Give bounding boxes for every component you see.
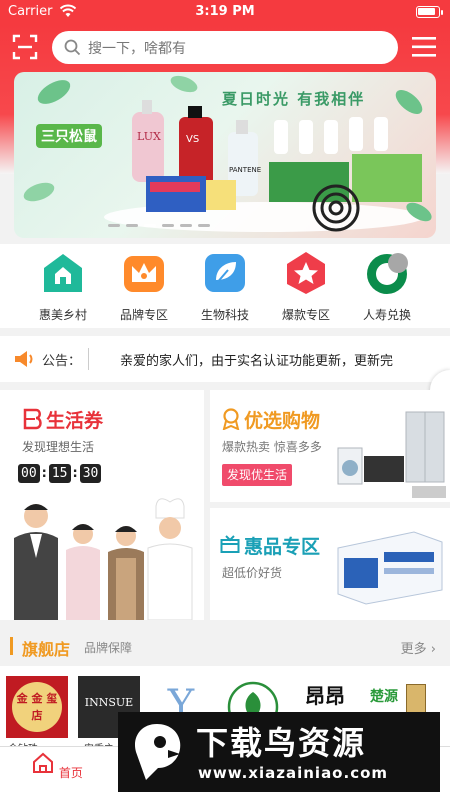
brand-logo-text: 昂昂 <box>305 684 345 708</box>
notice-divider <box>88 348 89 370</box>
notice-text[interactable]: 亲爱的家人们，由于实名认证功能更新，更新完 <box>120 350 450 369</box>
flagship-title: 旗舰店 <box>22 640 71 659</box>
tab-label: 首页 <box>58 766 83 780</box>
page-dot-active[interactable] <box>144 224 156 227</box>
search-input[interactable]: 搜一下，啥都有 <box>52 31 398 64</box>
search-icon <box>64 39 81 56</box>
quick-nav: 惠美乡村 品牌专区 生物科技 爆款专区 人寿兑换 <box>0 244 450 328</box>
quick-nav-label: 人寿兑换 <box>362 308 411 322</box>
battery-icon <box>416 6 440 18</box>
appliances-illustration <box>337 411 446 498</box>
brand-logo-text: 楚源 <box>370 689 398 705</box>
china-life-logo <box>367 253 408 294</box>
quick-nav-label: 惠美乡村 <box>38 308 87 322</box>
countdown-seconds: 30 <box>79 464 102 483</box>
product-box-illustration <box>337 531 443 605</box>
watermark-overlay: 下载鸟资源 www.xiazainiao.com <box>118 712 440 792</box>
crown-icon <box>124 256 164 292</box>
select-shopping-subtitle: 爆款热卖 惊喜多多 <box>222 440 322 454</box>
banner-pagination <box>108 224 210 227</box>
home-tag-icon <box>44 254 82 292</box>
promo-banner[interactable]: 夏日时光 有我相伴 三只松鼠 LUX VS PANTENE <box>14 72 436 238</box>
discover-button[interactable]: 发现优生活 <box>222 464 293 486</box>
brand-logo-text: INNSUE <box>84 696 134 709</box>
more-link[interactable]: 更多 › <box>401 638 436 657</box>
section-accent-bar <box>10 637 13 655</box>
life-coupon-title: 生活券 <box>46 410 104 432</box>
quick-nav-life-exchange[interactable]: 人寿兑换 <box>347 250 427 323</box>
select-shopping-card[interactable]: 优选购物 爆款热卖 惊喜多多 发现优生活 <box>210 390 450 502</box>
life-coupon-card[interactable]: 生活券 发现理想生活 00 : 15 : 30 <box>0 390 204 620</box>
page-dot[interactable] <box>180 224 192 227</box>
service-staff-illustration <box>14 498 193 620</box>
brand-logo-text: 金 金 玺 店 <box>12 682 62 732</box>
watermark-title: 下载鸟资源 <box>196 724 367 762</box>
award-icon <box>222 408 240 430</box>
notice-label: 公告： <box>42 354 82 369</box>
svg-text:VS: VS <box>186 134 199 145</box>
status-bar: Carrier 3:19 PM <box>0 0 450 24</box>
svg-text:PANTENE: PANTENE <box>229 166 261 174</box>
chevron-right-icon: › <box>430 642 436 657</box>
watermark-url: www.xiazainiao.com <box>198 764 389 782</box>
countdown-hours: 00 <box>18 464 40 483</box>
quick-nav-label: 生物科技 <box>200 308 249 322</box>
home-icon <box>33 752 54 773</box>
quick-nav-hot[interactable]: 爆款专区 <box>266 250 346 323</box>
leaf-icon <box>205 254 245 292</box>
deal-zone-title: 惠品专区 <box>244 536 321 558</box>
gift-box-icon <box>220 535 240 553</box>
page-dot[interactable] <box>198 224 210 227</box>
clock: 3:19 PM <box>195 4 255 19</box>
svg-text:LUX: LUX <box>137 130 161 143</box>
select-shopping-title: 优选购物 <box>244 410 321 432</box>
quick-nav-biotech[interactable]: 生物科技 <box>185 250 265 323</box>
page-dot[interactable] <box>162 224 174 227</box>
search-placeholder: 搜一下，啥都有 <box>88 41 186 57</box>
brand-logo-jinzuan[interactable]: 金 金 玺 店 <box>6 676 68 738</box>
quick-nav-brand[interactable]: 品牌专区 <box>104 250 184 323</box>
countdown-timer: 00 : 15 : 30 <box>18 464 102 483</box>
life-coupon-subtitle: 发现理想生活 <box>22 440 95 454</box>
deal-zone-subtitle: 超低价好货 <box>222 566 283 580</box>
banner-products-illustration: LUX VS PANTENE <box>23 75 432 232</box>
quick-nav-rural[interactable]: 惠美乡村 <box>23 250 103 323</box>
speaker-icon <box>15 351 33 367</box>
countdown-minutes: 15 <box>48 464 71 483</box>
page-dot[interactable] <box>108 224 120 227</box>
quick-nav-label: 品牌专区 <box>119 308 168 322</box>
star-icon <box>287 252 325 294</box>
more-label: 更多 <box>400 642 427 657</box>
tab-home[interactable]: 首页 <box>12 751 102 781</box>
bird-logo-icon <box>134 724 181 780</box>
deal-zone-card[interactable]: 惠品专区 超低价好货 <box>210 508 450 620</box>
flagship-subtitle: 品牌保障 <box>84 641 133 655</box>
quick-nav-label: 爆款专区 <box>281 308 330 322</box>
page-dot[interactable] <box>126 224 138 227</box>
scan-icon[interactable] <box>12 34 38 60</box>
menu-icon[interactable] <box>412 36 436 58</box>
coupon-b-icon <box>23 408 42 430</box>
notice-bar[interactable]: 公告： 亲爱的家人们，由于实名认证功能更新，更新完 <box>0 336 450 382</box>
flagship-section-header: 旗舰店 品牌保障 更多 › <box>0 628 450 664</box>
